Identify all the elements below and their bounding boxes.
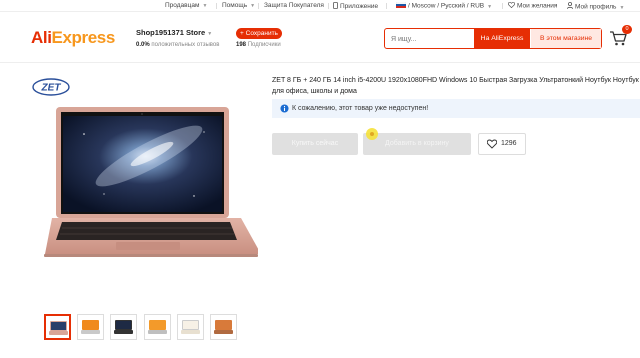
- wishlist-link[interactable]: Мои желания: [507, 1, 557, 10]
- webcam-icon: [141, 113, 143, 115]
- subscribers-count: 198 Подписчики: [236, 42, 281, 48]
- help-menu[interactable]: Помощь ▼: [222, 2, 255, 9]
- product-main-image[interactable]: [44, 104, 258, 260]
- zet-logo-text: ZET: [41, 83, 62, 94]
- wishlist-count: 1296: [501, 140, 517, 147]
- product-title: ZET 8 ГБ + 240 ГБ 14 inch i5-4200U 1920x…: [272, 77, 639, 95]
- search-aliexpress-button[interactable]: На AliExpress: [474, 29, 530, 48]
- add-to-wishlist-button[interactable]: 1296: [478, 133, 526, 155]
- russia-flag-icon: [395, 1, 407, 8]
- chevron-down-icon: ▼: [250, 3, 256, 9]
- laptop-touchpad: [116, 242, 180, 250]
- thumbnail-5[interactable]: [177, 314, 204, 340]
- thumbnail-3[interactable]: [110, 314, 137, 340]
- search-bar: На AliExpress В этом магазине: [384, 28, 602, 49]
- save-store-button[interactable]: + Сохранить: [236, 28, 282, 39]
- thumbnail-4[interactable]: [144, 314, 171, 340]
- aliexpress-logo[interactable]: AliExpress: [31, 28, 115, 48]
- search-in-store-button[interactable]: В этом магазине: [531, 29, 601, 48]
- locale-selector[interactable]: / Moscow / Русский / RUB ▼: [395, 1, 493, 10]
- laptop-keyboard: [56, 222, 237, 240]
- unavailable-notice: К сожалению, этот товар уже недоступен!: [272, 99, 640, 118]
- cursor-highlight: [366, 128, 378, 140]
- zet-brand-logo: ZET: [32, 78, 70, 96]
- user-icon: [567, 1, 573, 9]
- heart-icon: [507, 1, 516, 9]
- cart-count-badge: 0: [622, 25, 632, 34]
- chevron-down-icon: ▼: [619, 4, 625, 11]
- cart-button[interactable]: 0: [608, 25, 632, 50]
- add-to-cart-button[interactable]: Добавить в корзину: [363, 133, 471, 155]
- divider: [258, 3, 259, 9]
- top-bar: Продавцам ▼ Помощь ▼ Защита Покупателя При…: [0, 0, 640, 12]
- chevron-down-icon: ▼: [487, 3, 493, 10]
- buy-now-button[interactable]: Купить сейчас: [272, 133, 358, 155]
- store-name-link[interactable]: Shop1951371 Store ▼: [136, 28, 212, 37]
- search-input[interactable]: [391, 33, 473, 45]
- app-link[interactable]: Приложение: [333, 2, 378, 10]
- divider: [386, 3, 387, 9]
- profile-link[interactable]: Мой профиль ▼: [567, 1, 625, 11]
- thumbnail-2[interactable]: [77, 314, 104, 340]
- info-icon: [280, 104, 289, 113]
- thumbnail-1[interactable]: [44, 314, 71, 340]
- phone-icon: [333, 2, 338, 9]
- divider: [328, 3, 329, 9]
- store-rating: 0.0% положительных отзывов: [136, 42, 220, 48]
- chevron-down-icon: ▼: [207, 31, 213, 37]
- divider: [502, 3, 503, 9]
- thumbnail-6[interactable]: [210, 314, 237, 340]
- buyer-protection-link[interactable]: Защита Покупателя: [264, 2, 324, 9]
- divider: [216, 3, 217, 9]
- sellers-menu[interactable]: Продавцам ▼: [165, 2, 207, 9]
- chevron-down-icon: ▼: [202, 3, 208, 9]
- heart-icon: [487, 139, 497, 149]
